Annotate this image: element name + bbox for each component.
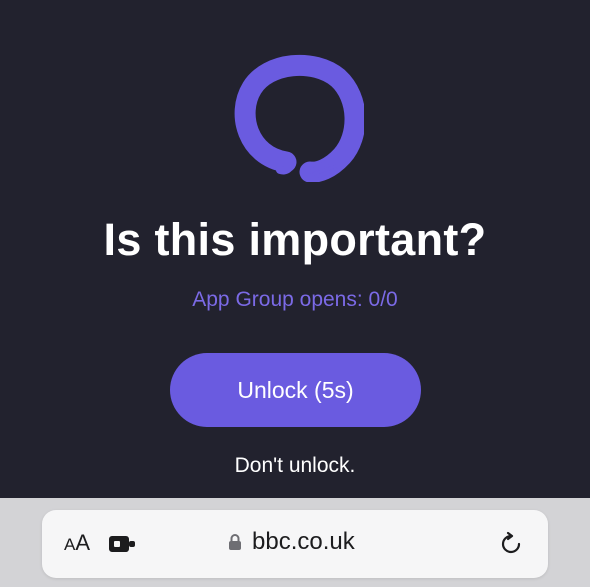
lock-icon bbox=[229, 534, 241, 550]
url-text: bbc.co.uk bbox=[252, 528, 355, 555]
app-group-opens-counter: App Group opens: 0/0 bbox=[192, 288, 398, 311]
unlock-button[interactable]: Unlock (5s) bbox=[170, 353, 421, 427]
extension-icon[interactable] bbox=[108, 534, 136, 554]
screen: Is this important? App Group opens: 0/0 … bbox=[0, 0, 590, 498]
address-bar[interactable]: A A bbc.co.uk bbox=[42, 510, 548, 578]
reload-icon[interactable] bbox=[498, 531, 524, 557]
url-display[interactable]: bbc.co.uk bbox=[228, 528, 355, 556]
text-size-small-a: A bbox=[64, 535, 76, 554]
dont-unlock-link[interactable]: Don't unlock. bbox=[0, 454, 590, 478]
text-size-icon[interactable]: A A bbox=[64, 530, 90, 558]
text-size-large-a: A bbox=[75, 530, 91, 555]
page-title: Is this important? bbox=[103, 214, 487, 265]
browser-toolbar: A A bbc.co.uk bbox=[0, 498, 590, 587]
brush-circle-logo bbox=[234, 54, 364, 182]
